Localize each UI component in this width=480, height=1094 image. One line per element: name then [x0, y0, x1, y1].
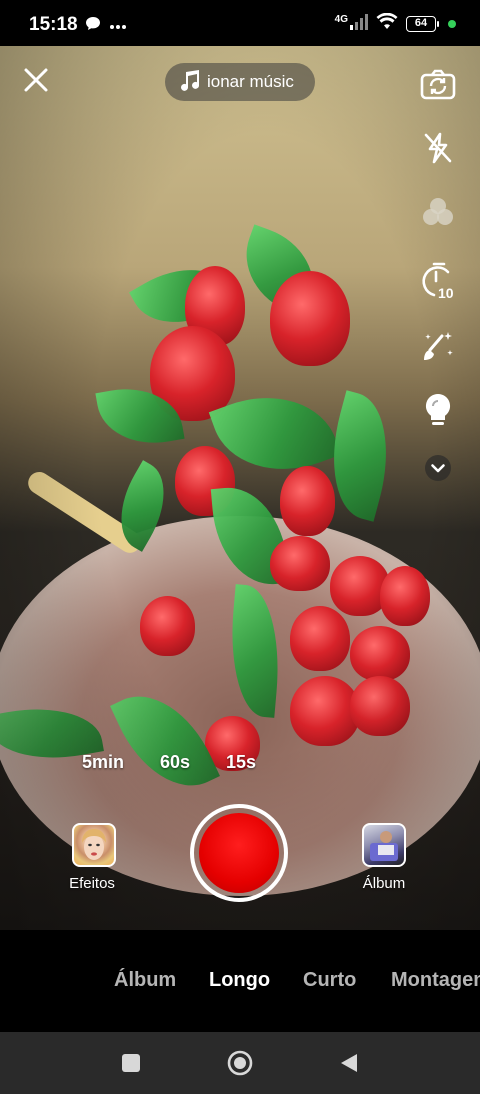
privacy-indicator-dot	[448, 20, 456, 28]
status-time: 15:18	[29, 14, 78, 35]
album-button[interactable]: Álbum	[362, 823, 408, 892]
svg-text:10: 10	[438, 285, 454, 300]
chevron-down-icon	[425, 455, 451, 481]
recents-button[interactable]	[118, 1050, 144, 1076]
beauty-button[interactable]	[414, 324, 462, 368]
mode-montagem[interactable]: Montagem	[391, 969, 480, 992]
music-label: ionar músic	[207, 72, 294, 91]
timer-button[interactable]: 10	[414, 258, 462, 302]
duration-15s[interactable]: 15s	[226, 752, 256, 773]
flash-button[interactable]	[414, 126, 462, 170]
effects-label: Efeitos	[69, 875, 115, 892]
recents-square-icon	[122, 1054, 140, 1072]
filters-button[interactable]	[414, 190, 462, 234]
system-nav-bar	[0, 1032, 480, 1094]
status-right: 4G 64	[334, 12, 456, 35]
more-dots-icon	[109, 17, 127, 35]
camera-preview[interactable]	[0, 46, 480, 930]
album-thumbnail	[362, 823, 406, 867]
effects-thumbnail	[72, 823, 116, 867]
status-bar: 15:18 4G 64	[0, 0, 480, 46]
mode-bar: Álbum Longo Curto Montagem	[0, 930, 480, 1032]
duration-5min[interactable]: 5min	[82, 752, 160, 773]
duration-selector: 5min 60s 15s	[82, 752, 256, 773]
more-options-button[interactable]	[414, 446, 462, 490]
light-button[interactable]	[414, 388, 462, 432]
record-button-inner	[199, 813, 279, 893]
lightbulb-icon	[425, 393, 451, 425]
mode-album[interactable]: Álbum	[114, 969, 176, 992]
back-triangle-icon	[341, 1054, 357, 1072]
mode-curto[interactable]: Curto	[303, 969, 356, 992]
timer-10-icon: 10	[422, 262, 454, 300]
flash-off-icon	[424, 132, 452, 164]
flip-camera-button[interactable]	[414, 62, 462, 106]
network-type: 4G	[334, 13, 348, 25]
music-note-icon	[179, 69, 200, 96]
home-circle-icon	[227, 1050, 253, 1076]
status-left-icons	[85, 16, 127, 36]
select-music-button[interactable]: ionar músic	[165, 63, 315, 101]
close-button[interactable]	[20, 64, 52, 96]
wifi-icon	[376, 12, 398, 35]
close-icon	[24, 68, 48, 92]
record-button[interactable]	[190, 804, 288, 902]
home-button[interactable]	[227, 1050, 253, 1076]
signal-icon	[350, 13, 368, 35]
chat-bubble-icon	[85, 16, 101, 36]
beauty-icon	[424, 332, 453, 360]
mode-longo[interactable]: Longo	[209, 969, 270, 992]
duration-60s[interactable]: 60s	[160, 752, 226, 773]
filters-icon	[423, 198, 453, 225]
battery-icon: 64	[406, 16, 439, 32]
album-label: Álbum	[362, 875, 406, 892]
flip-camera-icon	[420, 69, 456, 100]
back-button[interactable]	[336, 1050, 362, 1076]
effects-button[interactable]: Efeitos	[69, 823, 118, 892]
